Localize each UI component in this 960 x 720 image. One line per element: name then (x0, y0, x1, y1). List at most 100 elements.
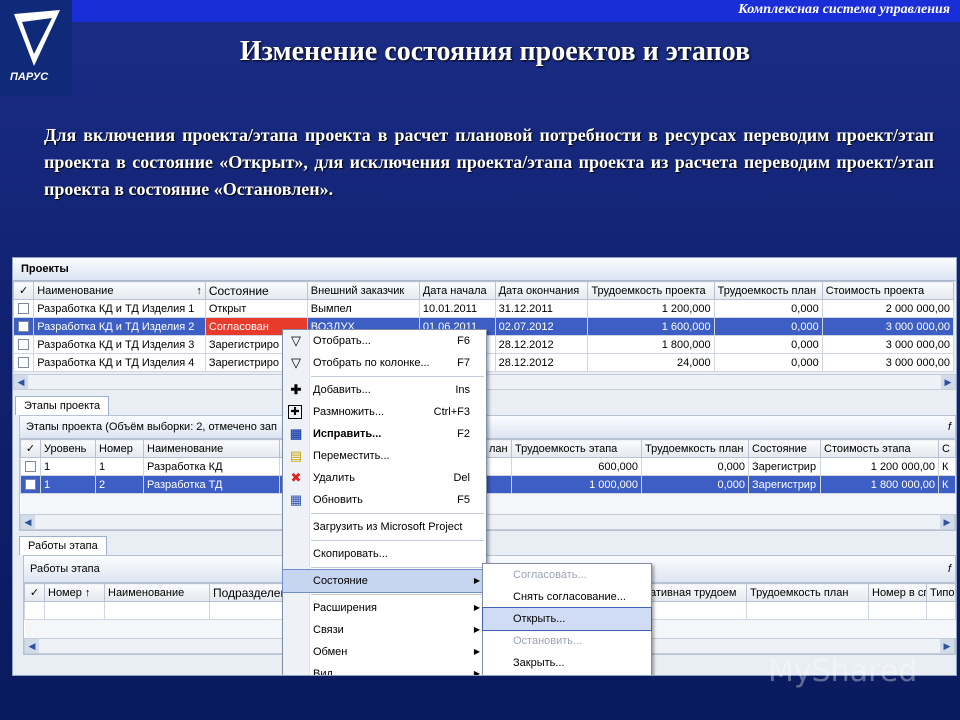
col-header[interactable]: Стоимость проекта (821, 281, 955, 300)
cell-labor-plan: 0,000 (713, 317, 823, 336)
cell-cost: 3 000 000,00 (821, 335, 955, 354)
menu-item-duplicate[interactable]: ✚ Размножить... Ctrl+F3 (283, 401, 486, 423)
stages-hscrollbar[interactable]: ◀ ▶ (20, 514, 955, 530)
cell-name: Разработка КД и ТД Изделия 4 (33, 353, 206, 372)
scroll-left-icon[interactable]: ◀ (21, 515, 35, 529)
submenu-item-close[interactable]: Закрыть... (483, 652, 651, 674)
menu-item-filter[interactable]: ▽ Отобрать... F6 (283, 330, 486, 352)
submenu-item-approve[interactable]: Согласовать... (483, 564, 651, 586)
cell-labor-plan: 0,000 (713, 353, 823, 372)
filter-icon: ▽ (291, 333, 301, 348)
col-header[interactable]: Типо (926, 583, 956, 602)
col-header[interactable]: Подразделен (209, 583, 292, 602)
col-header[interactable]: Наименование (143, 439, 280, 458)
system-bar: Комплексная система управления (72, 0, 960, 22)
cell-state: Открыт (204, 299, 308, 318)
submenu-arrow-icon: ▶ (473, 576, 480, 585)
cell-labor-plan: 0,000 (641, 475, 749, 494)
col-header[interactable]: Трудоемкость план (641, 439, 749, 458)
logo-text: ПАРУС (10, 71, 49, 83)
cell-end: 28.12.2012 (494, 335, 589, 354)
col-header[interactable]: Трудоемкость план (746, 583, 869, 602)
col-header[interactable]: Трудоемкость проекта (587, 281, 715, 300)
row-checkbox[interactable] (25, 461, 36, 473)
check-icon[interactable]: ✓ (24, 583, 45, 602)
cell-labor-plan: 0,000 (641, 457, 749, 476)
row-checkbox[interactable] (25, 479, 36, 491)
menu-item-links[interactable]: Связи ▶ (283, 619, 486, 641)
table-row-selected[interactable]: 1 2 Разработка ТД 1 000,000 0,000 Зареги… (20, 475, 956, 494)
menu-item-refresh[interactable]: ▦ Обновить F5 (283, 489, 486, 511)
scroll-left-icon[interactable]: ◀ (25, 639, 39, 653)
cell-name: Разработка КД и ТД Изделия 3 (33, 335, 206, 354)
menu-item-filter-by-column[interactable]: ▽ Отобрать по колонке... F7 (283, 352, 486, 374)
col-header[interactable]: Номер ↑ (44, 583, 105, 602)
col-header[interactable]: Уровень (40, 439, 96, 458)
cell-number: 2 (95, 475, 144, 494)
function-icon[interactable]: f (948, 556, 951, 582)
cell-level: 1 (40, 475, 96, 494)
function-icon[interactable]: f (948, 416, 951, 438)
cell-cost: 1 200 000,00 (820, 457, 939, 476)
col-header[interactable]: Трудоемкость этапа (511, 439, 642, 458)
cell-cost: 1 800 000,00 (820, 475, 939, 494)
menu-item-add[interactable]: ✚ Добавить... Ins (283, 379, 486, 401)
submenu-arrow-icon: ▶ (473, 647, 480, 656)
submenu-item-open[interactable]: Открыть... (482, 607, 652, 631)
menu-item-state[interactable]: Состояние ▶ (282, 569, 487, 593)
menu-item-exchange[interactable]: Обмен ▶ (283, 641, 486, 663)
col-header[interactable]: ативная трудоем (646, 583, 747, 602)
row-checkbox[interactable] (18, 321, 30, 333)
col-header[interactable]: Трудоемкость план (713, 281, 823, 300)
cell-c: К (938, 457, 956, 476)
cell-end: 02.07.2012 (494, 317, 589, 336)
col-header[interactable]: Стоимость этапа (820, 439, 939, 458)
scroll-right-icon[interactable]: ▶ (940, 515, 954, 529)
app-screenshot: Проекты ✓ Наименование ↑ Состояние Внешни… (12, 257, 957, 676)
col-header[interactable]: С (938, 439, 956, 458)
works-header-text: Работы этапа (30, 563, 100, 575)
col-header[interactable]: Наименование (104, 583, 210, 602)
check-icon[interactable]: ✓ (13, 281, 35, 300)
menu-item-import-ms-project[interactable]: Загрузить из Microsoft Project (283, 516, 486, 538)
duplicate-icon: ✚ (288, 405, 302, 419)
menu-item-edit[interactable]: ▦ Исправить... F2 (283, 423, 486, 445)
submenu-arrow-icon: ▶ (473, 603, 480, 612)
col-header[interactable]: Номер в сп (868, 583, 927, 602)
cell-end: 31.12.2011 (494, 299, 589, 318)
move-icon: ▤ (289, 448, 303, 463)
menu-item-copy[interactable]: Скопировать... (283, 543, 486, 565)
cell-labor: 1 800,000 (587, 335, 715, 354)
submenu-item-unapprove[interactable]: Снять согласование... (483, 586, 651, 608)
context-menu: ▽ Отобрать... F6 ▽ Отобрать по колонке... F7… (282, 329, 487, 675)
state-submenu: Согласовать... Снять согласование... Отк… (482, 563, 652, 675)
table-row[interactable]: Разработка КД и ТД Изделия 1 Открыт Вымп… (13, 299, 955, 318)
col-header[interactable]: Дата начала (418, 281, 496, 300)
cell-labor: 1 600,000 (587, 317, 715, 336)
col-header[interactable]: Состояние (748, 439, 821, 458)
table-row[interactable]: 1 1 Разработка КД 600,000 0,000 Зарегист… (20, 457, 956, 476)
check-icon[interactable]: ✓ (20, 439, 41, 458)
tab-stage-works[interactable]: Работы этапа (19, 536, 107, 555)
menu-item-view[interactable]: Вид ▶ (283, 663, 486, 675)
col-header[interactable]: Внешний заказчик (306, 281, 420, 300)
cell-state: Зарегистрир (748, 457, 821, 476)
cell-labor: 1 200,000 (587, 299, 715, 318)
scroll-right-icon[interactable]: ▶ (940, 639, 954, 653)
col-header[interactable]: лан (485, 439, 512, 458)
edit-icon: ▦ (289, 426, 303, 441)
submenu-item-stop[interactable]: Остановить... (483, 630, 651, 652)
menu-item-delete[interactable]: ✖ Удалить Del (283, 467, 486, 489)
row-checkbox[interactable] (18, 357, 30, 369)
row-checkbox[interactable] (18, 303, 30, 315)
col-header[interactable]: Номер (95, 439, 144, 458)
tab-project-stages[interactable]: Этапы проекта (15, 396, 110, 415)
scroll-right-icon[interactable]: ▶ (941, 375, 955, 389)
col-header[interactable]: Наименование ↑ (33, 281, 206, 300)
row-checkbox[interactable] (18, 339, 30, 351)
col-header[interactable]: Дата окончания (494, 281, 589, 300)
menu-item-extensions[interactable]: Расширения ▶ (283, 597, 486, 619)
col-header[interactable]: Состояние (204, 281, 308, 300)
scroll-left-icon[interactable]: ◀ (14, 375, 28, 389)
menu-item-move[interactable]: ▤ Переместить... (283, 445, 486, 467)
